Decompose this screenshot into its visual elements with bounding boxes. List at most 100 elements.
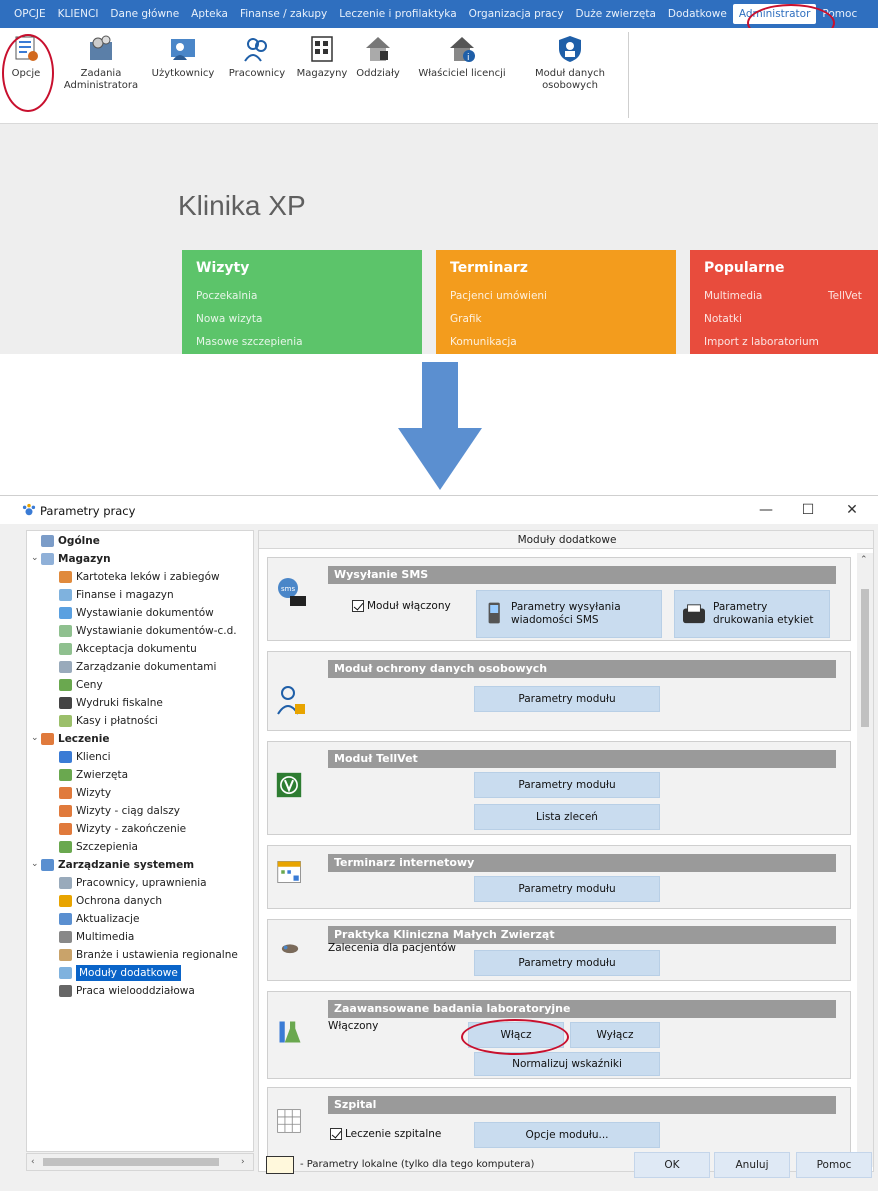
- tile-wizyty-title: Wizyty: [196, 260, 250, 276]
- link-masowe-szczepienia[interactable]: Masowe szczepienia: [196, 336, 303, 348]
- hospital-checkbox[interactable]: Leczenie szpitalne: [330, 1128, 441, 1140]
- ribbon-wlasciciel-button[interactable]: i Właściciel licencji: [410, 34, 514, 80]
- menu-dane-glowne[interactable]: Dane główne: [104, 4, 185, 24]
- checkbox-checked[interactable]: [352, 600, 364, 612]
- lab-enable-button[interactable]: Włącz: [468, 1022, 564, 1048]
- ribbon-modul-danych-button[interactable]: Moduł danych osobowych: [526, 34, 614, 92]
- link-multimedia[interactable]: Multimedia: [704, 290, 762, 302]
- tree-item-kasy[interactable]: Kasy i płatności: [59, 713, 158, 729]
- ribbon-zadania-button[interactable]: Zadania Administratora: [62, 34, 140, 92]
- ribbon-opcje-button[interactable]: Opcje: [8, 34, 44, 80]
- scroll-thumb[interactable]: [861, 589, 869, 727]
- sms-bubble-icon: sms: [278, 578, 306, 606]
- panel-hospital-title: Szpital: [328, 1096, 836, 1114]
- menu-leczenie[interactable]: Leczenie i profilaktyka: [333, 4, 462, 24]
- close-button[interactable]: ✕: [838, 500, 866, 520]
- link-nowa-wizyta[interactable]: Nowa wizyta: [196, 313, 262, 325]
- lab-disable-button[interactable]: Wyłącz: [570, 1022, 660, 1048]
- tree-item-akceptacja[interactable]: Akceptacja dokumentu: [59, 641, 197, 657]
- clipboard-icon: [41, 733, 54, 745]
- ribbon-modul-danych-label: Moduł danych osobowych: [534, 68, 606, 91]
- tree-item-pracownicy[interactable]: Pracownicy, uprawnienia: [59, 875, 207, 891]
- tree-item-ogolne[interactable]: Ogólne: [41, 533, 100, 549]
- warehouse-icon: [311, 36, 333, 62]
- link-tellvet[interactable]: TellVet: [828, 290, 862, 302]
- cash-register-icon: [59, 715, 72, 727]
- tree-item-wizyty-cd[interactable]: Wizyty - ciąg dalszy: [59, 803, 180, 819]
- ribbon-pracownicy-button[interactable]: Pracownicy: [226, 34, 288, 80]
- practice-recommendations-text: Zalecenia dla pacjentów: [328, 942, 456, 954]
- label-print-params-button[interactable]: Parametry drukowania etykiet: [674, 590, 830, 638]
- tree-item-wydruki[interactable]: Wydruki fiskalne: [59, 695, 163, 711]
- clipboard-icon: [59, 805, 72, 817]
- link-komunikacja[interactable]: Komunikacja: [450, 336, 517, 348]
- checkbox-checked[interactable]: [330, 1128, 342, 1140]
- tree-horizontal-scrollbar[interactable]: ‹ ›: [26, 1153, 254, 1171]
- lock-icon: [59, 895, 72, 907]
- panel-privacy-title: Moduł ochrony danych osobowych: [328, 660, 836, 678]
- link-import-laboratorium[interactable]: Import z laboratorium: [704, 336, 819, 348]
- link-poczekalnia[interactable]: Poczekalnia: [196, 290, 257, 302]
- privacy-params-button[interactable]: Parametry modułu: [474, 686, 660, 712]
- panel-calendar-title: Terminarz internetowy: [328, 854, 836, 872]
- tree-item-klienci[interactable]: Klienci: [59, 749, 111, 765]
- scroll-thumb[interactable]: [43, 1158, 219, 1166]
- chevron-right-icon[interactable]: ›: [241, 1157, 245, 1167]
- chevron-down-icon: ⌄: [31, 553, 39, 563]
- tellvet-orders-button[interactable]: Lista zleceń: [474, 804, 660, 830]
- update-icon: [59, 913, 72, 925]
- cancel-button[interactable]: Anuluj: [714, 1152, 790, 1178]
- practice-params-button[interactable]: Parametry modułu: [474, 950, 660, 976]
- menu-finanse[interactable]: Finanse / zakupy: [234, 4, 333, 24]
- tree-item-praca-wielooddzialowa[interactable]: Praca wielooddziałowa: [59, 983, 195, 999]
- tree-item-ochrona[interactable]: Ochrona danych: [59, 893, 162, 909]
- tree-item-moduly-dodatkowe[interactable]: Moduły dodatkowe: [59, 965, 181, 981]
- menu-klienci[interactable]: KLIENCI: [52, 4, 105, 24]
- menu-dodatkowe[interactable]: Dodatkowe: [662, 4, 733, 24]
- sms-params-button[interactable]: Parametry wysyłania wiadomości SMS: [476, 590, 662, 638]
- menu-duze-zwierzeta[interactable]: Duże zwierzęta: [570, 4, 662, 24]
- clinic-title: Klinika XP: [178, 190, 306, 221]
- tree-item-zwierzeta[interactable]: Zwierzęta: [59, 767, 128, 783]
- menu-apteka[interactable]: Apteka: [185, 4, 234, 24]
- tree-item-zarzadzanie-dok[interactable]: Zarządzanie dokumentami: [59, 659, 216, 675]
- ribbon-oddzialy-button[interactable]: Oddziały: [352, 34, 404, 80]
- tree-item-ceny[interactable]: Ceny: [59, 677, 103, 693]
- tree-item-multimedia[interactable]: Multimedia: [59, 929, 134, 945]
- down-arrow-icon: [398, 362, 482, 490]
- paw-icon: [59, 769, 72, 781]
- ribbon-magazyny-button[interactable]: Magazyny: [296, 34, 348, 80]
- tree-item-wystawianie-cd[interactable]: Wystawianie dokumentów-c.d.: [59, 623, 237, 639]
- tellvet-params-button[interactable]: Parametry modułu: [474, 772, 660, 798]
- tree-item-branze[interactable]: Branże i ustawienia regionalne: [59, 947, 238, 963]
- link-notatki[interactable]: Notatki: [704, 313, 742, 325]
- lab-normalize-button[interactable]: Normalizuj wskaźniki: [474, 1052, 660, 1076]
- tree-item-finanse[interactable]: Finanse i magazyn: [59, 587, 174, 603]
- tree-item-wizyty[interactable]: Wizyty: [59, 785, 111, 801]
- minimize-button[interactable]: —: [752, 500, 780, 520]
- ribbon-uzytkownicy-button[interactable]: Użytkownicy: [150, 34, 216, 80]
- link-pacjenci-umowieni[interactable]: Pacjenci umówieni: [450, 290, 547, 302]
- menu-opcje[interactable]: OPCJE: [8, 4, 52, 24]
- ok-button[interactable]: OK: [634, 1152, 710, 1178]
- content-vertical-scrollbar[interactable]: ⌃ ⌄: [857, 553, 873, 1167]
- calendar-params-button[interactable]: Parametry modułu: [474, 876, 660, 902]
- tree-item-leczenie[interactable]: Leczenie: [41, 731, 109, 747]
- tree-item-szczepienia[interactable]: Szczepienia: [59, 839, 138, 855]
- tree-item-aktualizacje[interactable]: Aktualizacje: [59, 911, 139, 927]
- tree-item-magazyn[interactable]: Magazyn: [41, 551, 111, 567]
- tree-item-kartoteka[interactable]: Kartoteka leków i zabiegów: [59, 569, 220, 585]
- link-grafik[interactable]: Grafik: [450, 313, 482, 325]
- scroll-up-icon[interactable]: ⌃: [860, 555, 868, 565]
- tree-item-wizyty-zak[interactable]: Wizyty - zakończenie: [59, 821, 186, 837]
- menu-pomoc[interactable]: Pomoc: [816, 4, 863, 24]
- admin-tasks-icon: [90, 35, 112, 60]
- tree-item-zarzadzanie-systemem[interactable]: Zarządzanie systemem: [41, 857, 194, 873]
- menu-organizacja[interactable]: Organizacja pracy: [463, 4, 570, 24]
- menu-administrator[interactable]: Administrator: [732, 4, 817, 24]
- maximize-button[interactable]: ☐: [794, 500, 822, 520]
- help-button[interactable]: Pomoc: [796, 1152, 872, 1178]
- tree-item-wystawianie[interactable]: Wystawianie dokumentów: [59, 605, 214, 621]
- sms-enabled-checkbox[interactable]: Moduł włączony: [352, 600, 451, 612]
- chevron-left-icon[interactable]: ‹: [31, 1157, 35, 1167]
